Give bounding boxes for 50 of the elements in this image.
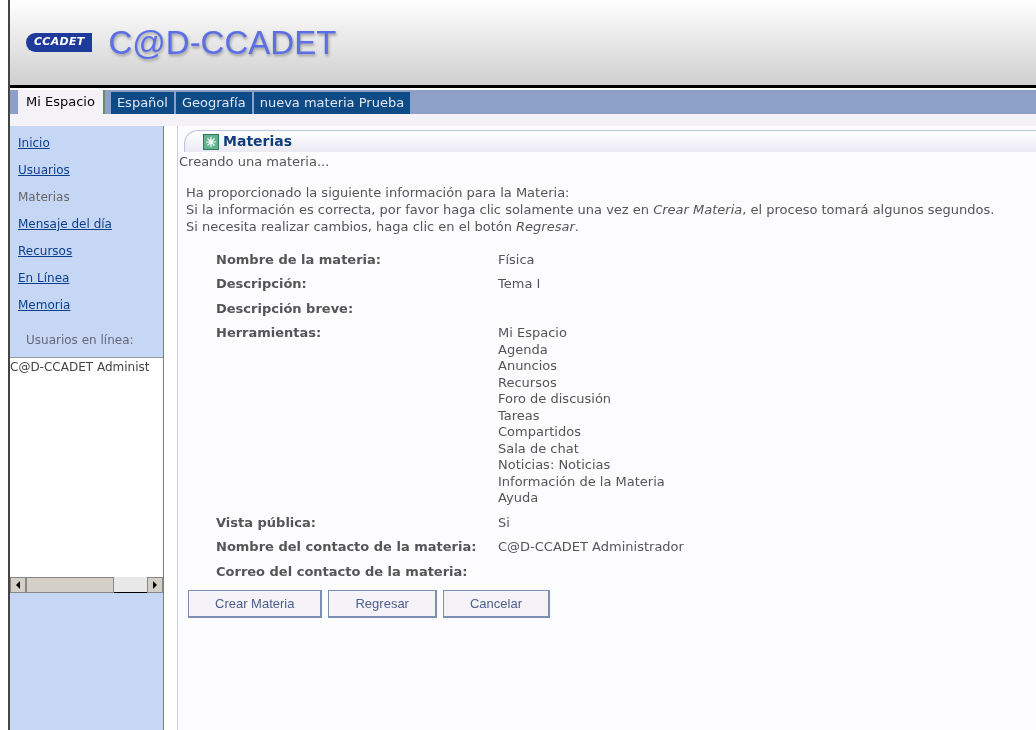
status-text: Creando una materia... [178, 153, 331, 171]
field-label: Nombre del contacto de la materia: [216, 539, 478, 556]
logo: CCADET [26, 33, 93, 52]
tab[interactable]: Mi Espacio [18, 90, 105, 114]
horizontal-scrollbar[interactable] [10, 577, 163, 593]
scroll-thumb[interactable] [26, 577, 114, 593]
field-value: Si [498, 514, 510, 531]
form-button[interactable]: Cancelar [442, 590, 550, 618]
online-user[interactable]: C@D-CCADET Administ [10, 358, 163, 376]
field-value: Recursos [498, 374, 558, 391]
sidebar-link[interactable]: Recursos [10, 242, 163, 269]
field-value: Foro de discusión [498, 391, 613, 408]
field-label: Descripción: [216, 276, 308, 293]
online-users-heading: Usuarios en línea: [25, 332, 135, 349]
field-value: Mi Espacio [498, 325, 568, 342]
field-label: Herramientas: [216, 325, 323, 342]
field-value: C@D-CCADET Administrador [498, 539, 684, 556]
instruction-text: Si la información es correcta, por favor haga clic solamente una vez en Crear Materia, el proceso tomará algunos segundos. [186, 200, 996, 218]
sidebar-link[interactable]: En Línea [10, 269, 163, 296]
field-value: Información de la Materia [498, 473, 665, 490]
form-button[interactable]: Regresar [328, 590, 437, 618]
tab[interactable]: nueva materia Prueba [253, 92, 411, 114]
scroll-right-icon[interactable] [147, 577, 163, 593]
sidebar-link[interactable]: Materias [10, 188, 163, 215]
field-value: Física [498, 251, 535, 268]
field-value: Tareas [498, 407, 541, 424]
field-value: Ayuda [498, 490, 540, 507]
sidebar-link[interactable]: Memoria [10, 296, 163, 323]
field-label: Descripción breve: [216, 300, 355, 317]
sidebar-link[interactable]: Mensaje del día [10, 215, 163, 242]
form-button[interactable]: Crear Materia [188, 590, 323, 618]
sidebar-link[interactable]: Inicio [10, 134, 163, 161]
field-value: Agenda [498, 341, 549, 358]
instruction-text: Ha proporcionado la siguiente información para la Materia: [186, 183, 571, 201]
instruction-text: Si necesita realizar cambios, haga clic en el botón Regresar. [186, 217, 580, 235]
field-value: Sala de chat [498, 440, 580, 457]
site-title: C@D-CCADET [108, 22, 337, 63]
tab[interactable]: Geografía [175, 92, 252, 114]
field-label: Nombre de la materia: [216, 251, 382, 268]
scroll-left-icon[interactable] [10, 577, 26, 593]
asterisk-icon [203, 133, 219, 150]
field-label: Correo del contacto de la materia: [216, 563, 469, 580]
field-value: Anuncios [498, 358, 559, 375]
panel-title: Materias [223, 132, 293, 151]
field-value: Noticias: Noticias [498, 457, 612, 474]
tab[interactable]: Español [110, 92, 174, 114]
field-label: Vista pública: [216, 514, 317, 531]
field-value: Tema I [498, 276, 541, 293]
sidebar-link[interactable]: Usuarios [10, 161, 163, 188]
field-value: Compartidos [498, 424, 582, 441]
